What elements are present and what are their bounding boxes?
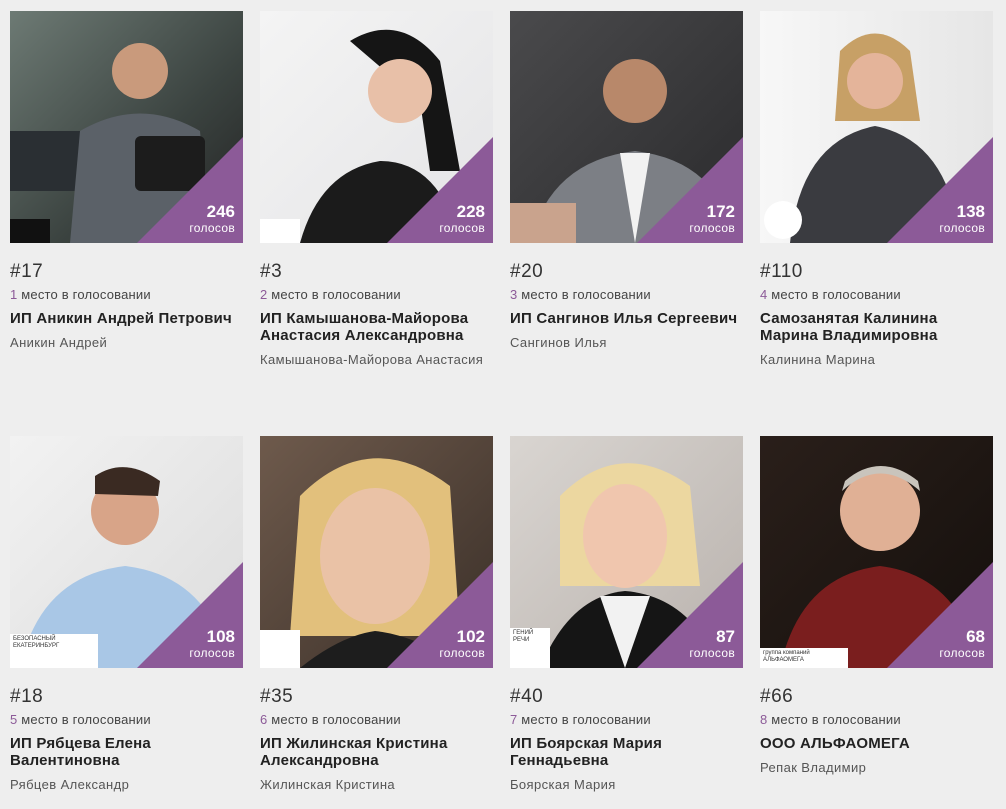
votes-label: голосов: [689, 646, 735, 660]
participants-grid: 246 голосов #17 1 место в голосовании ИП…: [0, 0, 1006, 809]
organization-name[interactable]: ИП Аникин Андрей Петрович: [10, 310, 243, 327]
participant-photo[interactable]: 138 голосов: [760, 11, 993, 243]
sponsor-logo: [764, 201, 802, 239]
sponsor-logo: БЕЗОПАСНЫЙ ЕКАТЕРИНБУРГ: [10, 634, 98, 668]
place-line: 2 место в голосовании: [260, 287, 493, 303]
votes-count: 87: [716, 627, 735, 646]
votes-count: 246: [206, 202, 235, 221]
sponsor-logo: [10, 219, 50, 243]
owner-name: Репак Владимир: [760, 760, 867, 775]
votes-count: 138: [956, 202, 985, 221]
organization-name[interactable]: ИП Жилинская Кристина Александровна: [260, 735, 493, 769]
place-label: место в голосовании: [521, 287, 651, 302]
votes-badge: 87 голосов: [689, 627, 735, 661]
votes-label: голосов: [939, 646, 985, 660]
place-number: 2: [260, 287, 268, 302]
place-number: 7: [510, 712, 518, 727]
votes-badge: 102 голосов: [439, 627, 485, 661]
votes-label: голосов: [439, 221, 485, 235]
participant-number: #35: [260, 686, 294, 707]
place-line: 4 место в голосовании: [760, 287, 993, 303]
participant-number: #110: [760, 261, 803, 282]
participant-photo[interactable]: группа компаний АЛЬФАОМЕГА 68 голосов: [760, 436, 993, 668]
participant-card[interactable]: 172 голосов #20 3 место в голосовании ИП…: [510, 11, 743, 351]
participant-card[interactable]: 228 голосов #3 2 место в голосовании ИП …: [260, 11, 493, 368]
place-number: 6: [260, 712, 268, 727]
votes-count: 228: [456, 202, 485, 221]
place-label: место в голосовании: [21, 287, 151, 302]
place-label: место в голосовании: [771, 287, 901, 302]
participant-photo[interactable]: ГЕНИЙ РЕЧИ 87 голосов: [510, 436, 743, 668]
votes-label: голосов: [689, 221, 735, 235]
votes-badge: 108 голосов: [189, 627, 235, 661]
votes-badge: 246 голосов: [189, 202, 235, 236]
votes-count: 102: [456, 627, 485, 646]
organization-name[interactable]: ООО АЛЬФАОМЕГА: [760, 735, 993, 752]
participant-card[interactable]: группа компаний АЛЬФАОМЕГА 68 голосов #6…: [760, 436, 993, 776]
place-number: 1: [10, 287, 18, 302]
participant-photo[interactable]: БЕЗОПАСНЫЙ ЕКАТЕРИНБУРГ 108 голосов: [10, 436, 243, 668]
place-line: 3 место в голосовании: [510, 287, 743, 303]
owner-name: Сангинов Илья: [510, 335, 607, 350]
participant-card[interactable]: ГЕНИЙ РЕЧИ 87 голосов #40 7 место в голо…: [510, 436, 743, 793]
participant-number: #66: [760, 686, 794, 707]
place-label: место в голосовании: [521, 712, 651, 727]
participant-number: #3: [260, 261, 283, 282]
participant-number: #17: [10, 261, 44, 282]
participant-card[interactable]: 102 голосов #35 6 место в голосовании ИП…: [260, 436, 493, 793]
sponsor-logo: ГЕНИЙ РЕЧИ: [510, 628, 550, 668]
organization-name[interactable]: ИП Сангинов Илья Сергеевич: [510, 310, 743, 327]
votes-badge: 228 голосов: [439, 202, 485, 236]
participant-card[interactable]: 246 голосов #17 1 место в голосовании ИП…: [10, 11, 243, 351]
place-label: место в голосовании: [21, 712, 151, 727]
place-label: место в голосовании: [271, 287, 401, 302]
owner-name: Рябцев Александр: [10, 777, 130, 792]
organization-name[interactable]: ИП Рябцева Елена Валентиновна: [10, 735, 243, 769]
owner-name: Камышанова-Майорова Анастасия: [260, 352, 484, 367]
participant-number: #40: [510, 686, 544, 707]
votes-badge: 138 голосов: [939, 202, 985, 236]
participant-number: #18: [10, 686, 44, 707]
votes-label: голосов: [189, 221, 235, 235]
place-line: 8 место в голосовании: [760, 712, 993, 728]
participant-photo[interactable]: 172 голосов: [510, 11, 743, 243]
participant-card[interactable]: БЕЗОПАСНЫЙ ЕКАТЕРИНБУРГ 108 голосов #18 …: [10, 436, 243, 793]
organization-name[interactable]: Самозанятая Калинина Марина Владимировна: [760, 310, 993, 344]
sponsor-logo: [510, 203, 576, 243]
owner-name: Аникин Андрей: [10, 335, 108, 350]
participant-card[interactable]: 138 голосов #110 4 место в голосовании С…: [760, 11, 993, 368]
votes-count: 68: [966, 627, 985, 646]
place-number: 3: [510, 287, 518, 302]
participant-number: #20: [510, 261, 544, 282]
votes-label: голосов: [939, 221, 985, 235]
votes-count: 108: [206, 627, 235, 646]
place-line: 6 место в голосовании: [260, 712, 493, 728]
participant-photo[interactable]: 246 голосов: [10, 11, 243, 243]
owner-name: Жилинская Кристина: [260, 777, 396, 792]
place-label: место в голосовании: [771, 712, 901, 727]
place-label: место в голосовании: [271, 712, 401, 727]
participant-photo[interactable]: 228 голосов: [260, 11, 493, 243]
place-number: 5: [10, 712, 18, 727]
place-number: 4: [760, 287, 768, 302]
participant-photo[interactable]: 102 голосов: [260, 436, 493, 668]
sponsor-logo: [260, 630, 300, 668]
organization-name[interactable]: ИП Камышанова-Майорова Анастасия Алексан…: [260, 310, 493, 344]
place-line: 7 место в голосовании: [510, 712, 743, 728]
place-line: 5 место в голосовании: [10, 712, 243, 728]
owner-name: Боярская Мария: [510, 777, 616, 792]
place-line: 1 место в голосовании: [10, 287, 243, 303]
votes-badge: 68 голосов: [939, 627, 985, 661]
votes-count: 172: [706, 202, 735, 221]
owner-name: Калинина Марина: [760, 352, 876, 367]
sponsor-logo: группа компаний АЛЬФАОМЕГА: [760, 648, 848, 668]
sponsor-logo: [260, 219, 300, 243]
votes-label: голосов: [189, 646, 235, 660]
organization-name[interactable]: ИП Боярская Мария Геннадьевна: [510, 735, 743, 769]
place-number: 8: [760, 712, 768, 727]
votes-badge: 172 голосов: [689, 202, 735, 236]
votes-label: голосов: [439, 646, 485, 660]
